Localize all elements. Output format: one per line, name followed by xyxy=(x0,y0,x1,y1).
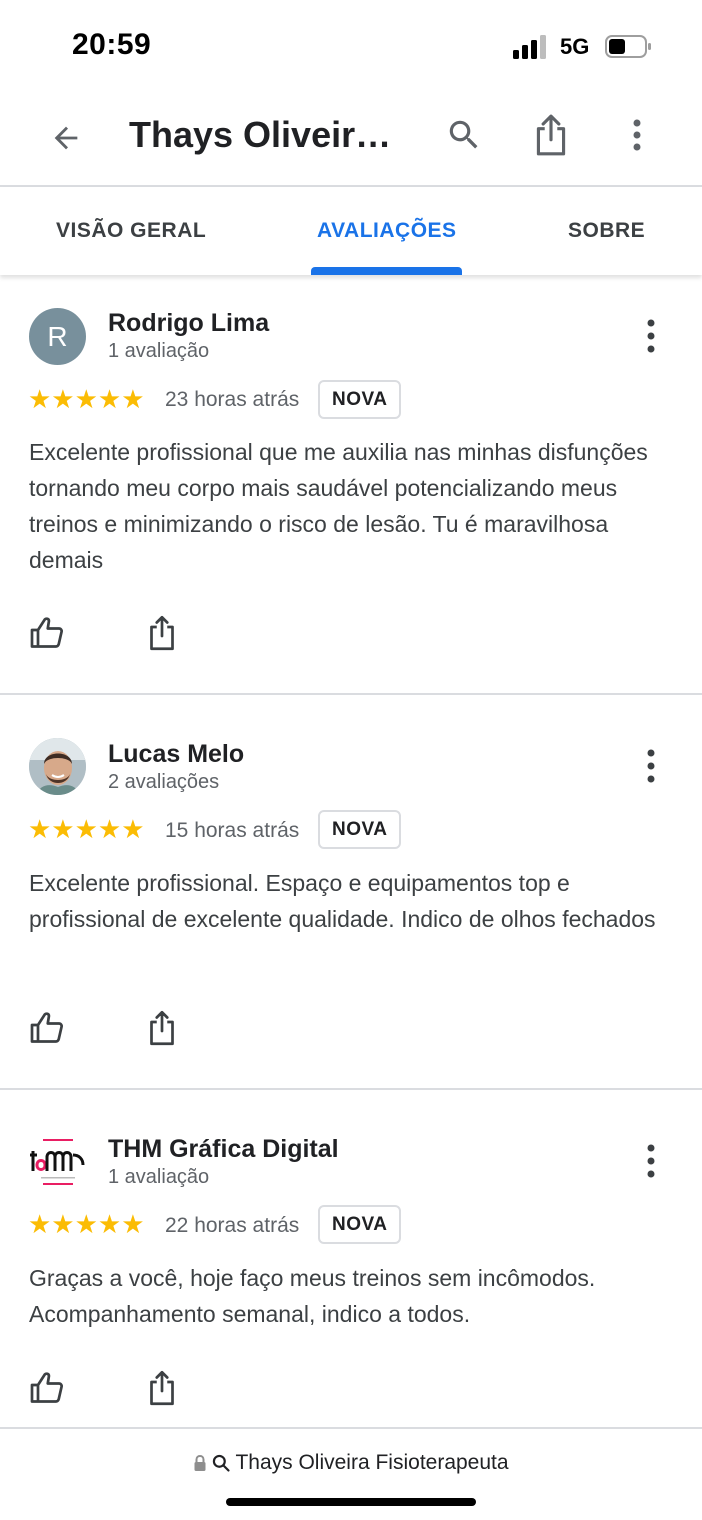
search-button[interactable] xyxy=(441,112,487,158)
lock-icon xyxy=(194,1454,206,1471)
home-indicator[interactable] xyxy=(226,1498,476,1506)
back-button[interactable] xyxy=(44,116,88,160)
review-text: Graças a você, hoje faço meus treinos se… xyxy=(29,1265,596,1327)
review-card: Lucas Melo 2 avaliações ★★★★★ 15 horas a… xyxy=(0,695,702,1090)
tab-visao-geral[interactable]: VISÃO GERAL xyxy=(56,219,206,243)
browser-url-bar[interactable]: Thays Oliveira Fisioterapeuta xyxy=(0,1427,702,1520)
signal-icon xyxy=(513,35,546,59)
new-badge: NOVA xyxy=(318,810,402,849)
share-review-icon[interactable] xyxy=(144,1010,180,1046)
battery-icon xyxy=(605,35,651,58)
company-logo-icon xyxy=(30,1139,85,1185)
review-text: Excelente profissional. Espaço e equipam… xyxy=(29,870,656,932)
review-text: Excelente profissional que me auxilia na… xyxy=(29,439,648,573)
share-review-icon[interactable] xyxy=(144,1370,180,1406)
reviewer-name[interactable]: THM Gráfica Digital xyxy=(108,1135,339,1164)
review-card: THM Gráfica Digital 1 avaliação ★★★★★ 22… xyxy=(0,1090,702,1427)
star-rating: ★★★★★ xyxy=(28,384,145,414)
review-more-icon[interactable] xyxy=(640,1142,662,1182)
page-title: Thays Oliveira Fisioterapeuta xyxy=(129,114,409,155)
review-more-icon[interactable] xyxy=(640,747,662,787)
review-card: R Rodrigo Lima 1 avaliação ★★★★★ 23 hora… xyxy=(0,275,702,695)
tab-avaliacoes[interactable]: AVALIAÇÕES xyxy=(317,219,457,243)
review-time: 15 horas atrás xyxy=(165,819,300,842)
tab-sobre[interactable]: SOBRE xyxy=(568,219,645,243)
active-tab-indicator xyxy=(311,267,462,275)
new-badge: NOVA xyxy=(318,380,402,419)
thumbs-up-icon[interactable] xyxy=(29,1010,65,1046)
share-review-icon[interactable] xyxy=(144,615,180,651)
share-button[interactable] xyxy=(528,112,574,158)
back-arrow-icon xyxy=(54,126,78,150)
share-icon xyxy=(536,114,566,156)
reviewer-name[interactable]: Rodrigo Lima xyxy=(108,309,269,338)
reviewer-name[interactable]: Lucas Melo xyxy=(108,740,244,769)
network-label: 5G xyxy=(560,34,590,59)
avatar[interactable] xyxy=(29,1133,86,1190)
url-text: Thays Oliveira Fisioterapeuta xyxy=(235,1451,509,1474)
more-options-button[interactable] xyxy=(620,112,654,158)
review-more-icon[interactable] xyxy=(640,317,662,357)
avatar[interactable]: R xyxy=(29,308,86,365)
new-badge: NOVA xyxy=(318,1205,402,1244)
star-rating: ★★★★★ xyxy=(28,1209,145,1239)
tab-bar: VISÃO GERAL AVALIAÇÕES SOBRE xyxy=(0,187,702,275)
reviewer-review-count: 2 avaliações xyxy=(108,771,220,793)
status-bar: 20:59 5G xyxy=(0,0,702,92)
profile-photo xyxy=(29,738,86,795)
search-icon xyxy=(449,120,478,149)
status-time: 20:59 xyxy=(72,28,152,61)
reviewer-review-count: 1 avaliação xyxy=(108,340,210,362)
url-display[interactable]: Thays Oliveira Fisioterapeuta xyxy=(0,1451,702,1475)
app-bar: Thays Oliveira Fisioterapeuta xyxy=(0,92,702,187)
thumbs-up-icon[interactable] xyxy=(29,615,65,651)
search-icon xyxy=(213,1454,231,1472)
reviewer-review-count: 1 avaliação xyxy=(108,1166,210,1188)
review-time: 22 horas atrás xyxy=(165,1214,300,1237)
review-time: 23 horas atrás xyxy=(165,388,300,411)
more-vert-icon xyxy=(633,119,641,151)
thumbs-up-icon[interactable] xyxy=(29,1370,65,1406)
star-rating: ★★★★★ xyxy=(28,814,145,844)
avatar[interactable] xyxy=(29,738,86,795)
